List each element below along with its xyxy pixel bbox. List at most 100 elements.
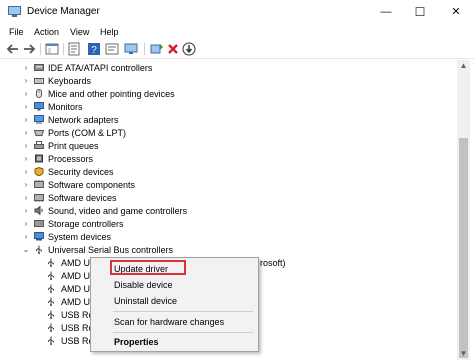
network-adapter-icon xyxy=(34,115,44,124)
menu-item-uninstall-device[interactable]: Uninstall device xyxy=(92,294,256,308)
tree-item-label: Security devices xyxy=(48,167,114,177)
collapse-chevron-icon[interactable]: ⌄ xyxy=(22,244,30,256)
device-manager-icon xyxy=(8,6,21,17)
tree-item-security-devices[interactable]: › Security devices xyxy=(4,166,444,178)
port-icon xyxy=(34,130,44,136)
menu-help[interactable]: Help xyxy=(100,27,119,37)
uninstall-device-icon[interactable] xyxy=(166,42,180,56)
tree-item-label: Software components xyxy=(48,180,136,190)
help-icon[interactable]: ? xyxy=(87,42,101,56)
tree-item-label: Network adapters xyxy=(48,115,119,125)
tree-item-label: Processors xyxy=(48,154,94,164)
printer-icon xyxy=(34,141,44,149)
highlight-box xyxy=(110,260,186,275)
usb-device-icon xyxy=(48,336,54,345)
expand-chevron-icon[interactable]: › xyxy=(22,101,30,113)
tree-item-label: IDE ATA/ATAPI controllers xyxy=(48,63,153,73)
expand-chevron-icon[interactable]: › xyxy=(22,166,30,178)
expand-chevron-icon[interactable]: › xyxy=(22,114,30,126)
toolbar-separator xyxy=(63,43,64,55)
scroll-up-icon[interactable]: ▲ xyxy=(457,60,470,72)
usb-device-icon xyxy=(48,258,54,267)
expand-chevron-icon[interactable]: › xyxy=(22,88,30,100)
tree-item-mice[interactable]: › Mice and other pointing devices xyxy=(4,88,444,100)
menu-item-properties[interactable]: Properties xyxy=(92,335,256,349)
tree-item-label: Monitors xyxy=(48,102,83,112)
title-bar: Device Manager — ☐ ✕ xyxy=(0,0,474,24)
close-button[interactable]: ✕ xyxy=(444,0,468,24)
scrollbar-thumb[interactable] xyxy=(459,138,468,358)
tree-item-label: System devices xyxy=(48,232,112,242)
usb-child-label: USB Ro xyxy=(61,310,94,320)
tree-item-processors[interactable]: › Processors xyxy=(4,153,444,165)
tree-item-network-adapters[interactable]: › Network adapters xyxy=(4,114,444,126)
menu-item-disable-device[interactable]: Disable device xyxy=(92,278,256,292)
properties-icon[interactable] xyxy=(67,42,81,56)
expand-chevron-icon[interactable]: › xyxy=(22,179,30,191)
tree-item-label: Ports (COM & LPT) xyxy=(48,128,127,138)
scroll-down-icon[interactable]: ▼ xyxy=(457,348,470,360)
menu-action[interactable]: Action xyxy=(34,27,59,37)
window-title: Device Manager xyxy=(27,6,100,17)
menu-file[interactable]: File xyxy=(9,27,24,37)
menu-item-scan-hardware[interactable]: Scan for hardware changes xyxy=(92,315,256,329)
keyboard-icon xyxy=(34,78,44,84)
software-device-icon xyxy=(34,194,44,202)
tree-item-sound-video-game[interactable]: › Sound, video and game controllers xyxy=(4,205,444,217)
tree-item-ide-controllers[interactable]: › IDE ATA/ATAPI controllers xyxy=(4,62,444,74)
vertical-scrollbar[interactable]: ▲ ▼ xyxy=(457,60,470,360)
usb-child-label: AMD U xyxy=(61,271,90,281)
toolbar-separator xyxy=(144,43,145,55)
expand-chevron-icon[interactable]: › xyxy=(22,218,30,230)
tree-item-label: Sound, video and game controllers xyxy=(48,206,188,216)
menu-view[interactable]: View xyxy=(70,27,89,37)
usb-device-icon xyxy=(48,297,54,306)
tree-item-system-devices[interactable]: › System devices xyxy=(4,231,444,243)
expand-chevron-icon[interactable]: › xyxy=(22,62,30,74)
tree-item-label: Universal Serial Bus controllers xyxy=(48,245,174,255)
back-icon[interactable] xyxy=(6,42,20,56)
monitor-icon[interactable] xyxy=(124,42,138,56)
tree-item-print-queues[interactable]: › Print queues xyxy=(4,140,444,152)
ide-controller-icon xyxy=(34,64,44,71)
expand-chevron-icon[interactable]: › xyxy=(22,192,30,204)
expand-chevron-icon[interactable]: › xyxy=(22,140,30,152)
security-icon xyxy=(34,167,44,176)
usb-child-label: USB Ro xyxy=(61,336,94,346)
minimize-button[interactable]: — xyxy=(374,0,398,24)
forward-icon[interactable] xyxy=(22,42,36,56)
toolbar-separator xyxy=(40,43,41,55)
usb-controller-icon xyxy=(36,245,42,254)
expand-chevron-icon[interactable]: › xyxy=(22,75,30,87)
scan-hardware-icon[interactable] xyxy=(105,42,119,56)
tree-item-keyboards[interactable]: › Keyboards xyxy=(4,75,444,87)
tree-item-storage-controllers[interactable]: › Storage controllers xyxy=(4,218,444,230)
tree-item-label: Software devices xyxy=(48,193,117,203)
usb-device-icon xyxy=(48,271,54,280)
tree-item-ports[interactable]: › Ports (COM & LPT) xyxy=(4,127,444,139)
svg-text:?: ? xyxy=(91,45,97,56)
tree-item-label: Print queues xyxy=(48,141,99,151)
software-component-icon xyxy=(34,180,44,188)
usb-child-label: AMD U xyxy=(61,258,90,268)
expand-chevron-icon[interactable]: › xyxy=(22,231,30,243)
expand-chevron-icon[interactable]: › xyxy=(22,127,30,139)
menu-bar: File Action View Help xyxy=(0,24,474,41)
system-device-icon xyxy=(34,232,44,241)
tree-item-software-components[interactable]: › Software components xyxy=(4,179,444,191)
expand-chevron-icon[interactable]: › xyxy=(22,153,30,165)
usb-child-label: AMD U xyxy=(61,297,90,307)
tree-item-label: Storage controllers xyxy=(48,219,124,229)
update-driver-icon[interactable] xyxy=(150,42,164,56)
maximize-button[interactable]: ☐ xyxy=(408,0,432,24)
tree-item-label: Mice and other pointing devices xyxy=(48,89,175,99)
show-hide-console-tree-icon[interactable] xyxy=(45,42,59,56)
processor-icon xyxy=(35,154,43,163)
tree-item-software-devices[interactable]: › Software devices xyxy=(4,192,444,204)
disable-device-icon[interactable] xyxy=(182,42,196,56)
tree-item-usb-controllers[interactable]: ⌄ Universal Serial Bus controllers xyxy=(4,244,444,256)
usb-device-icon xyxy=(48,323,54,332)
tree-item-monitors[interactable]: › Monitors xyxy=(4,101,444,113)
menu-item-label: Properties xyxy=(114,337,159,347)
expand-chevron-icon[interactable]: › xyxy=(22,205,30,217)
